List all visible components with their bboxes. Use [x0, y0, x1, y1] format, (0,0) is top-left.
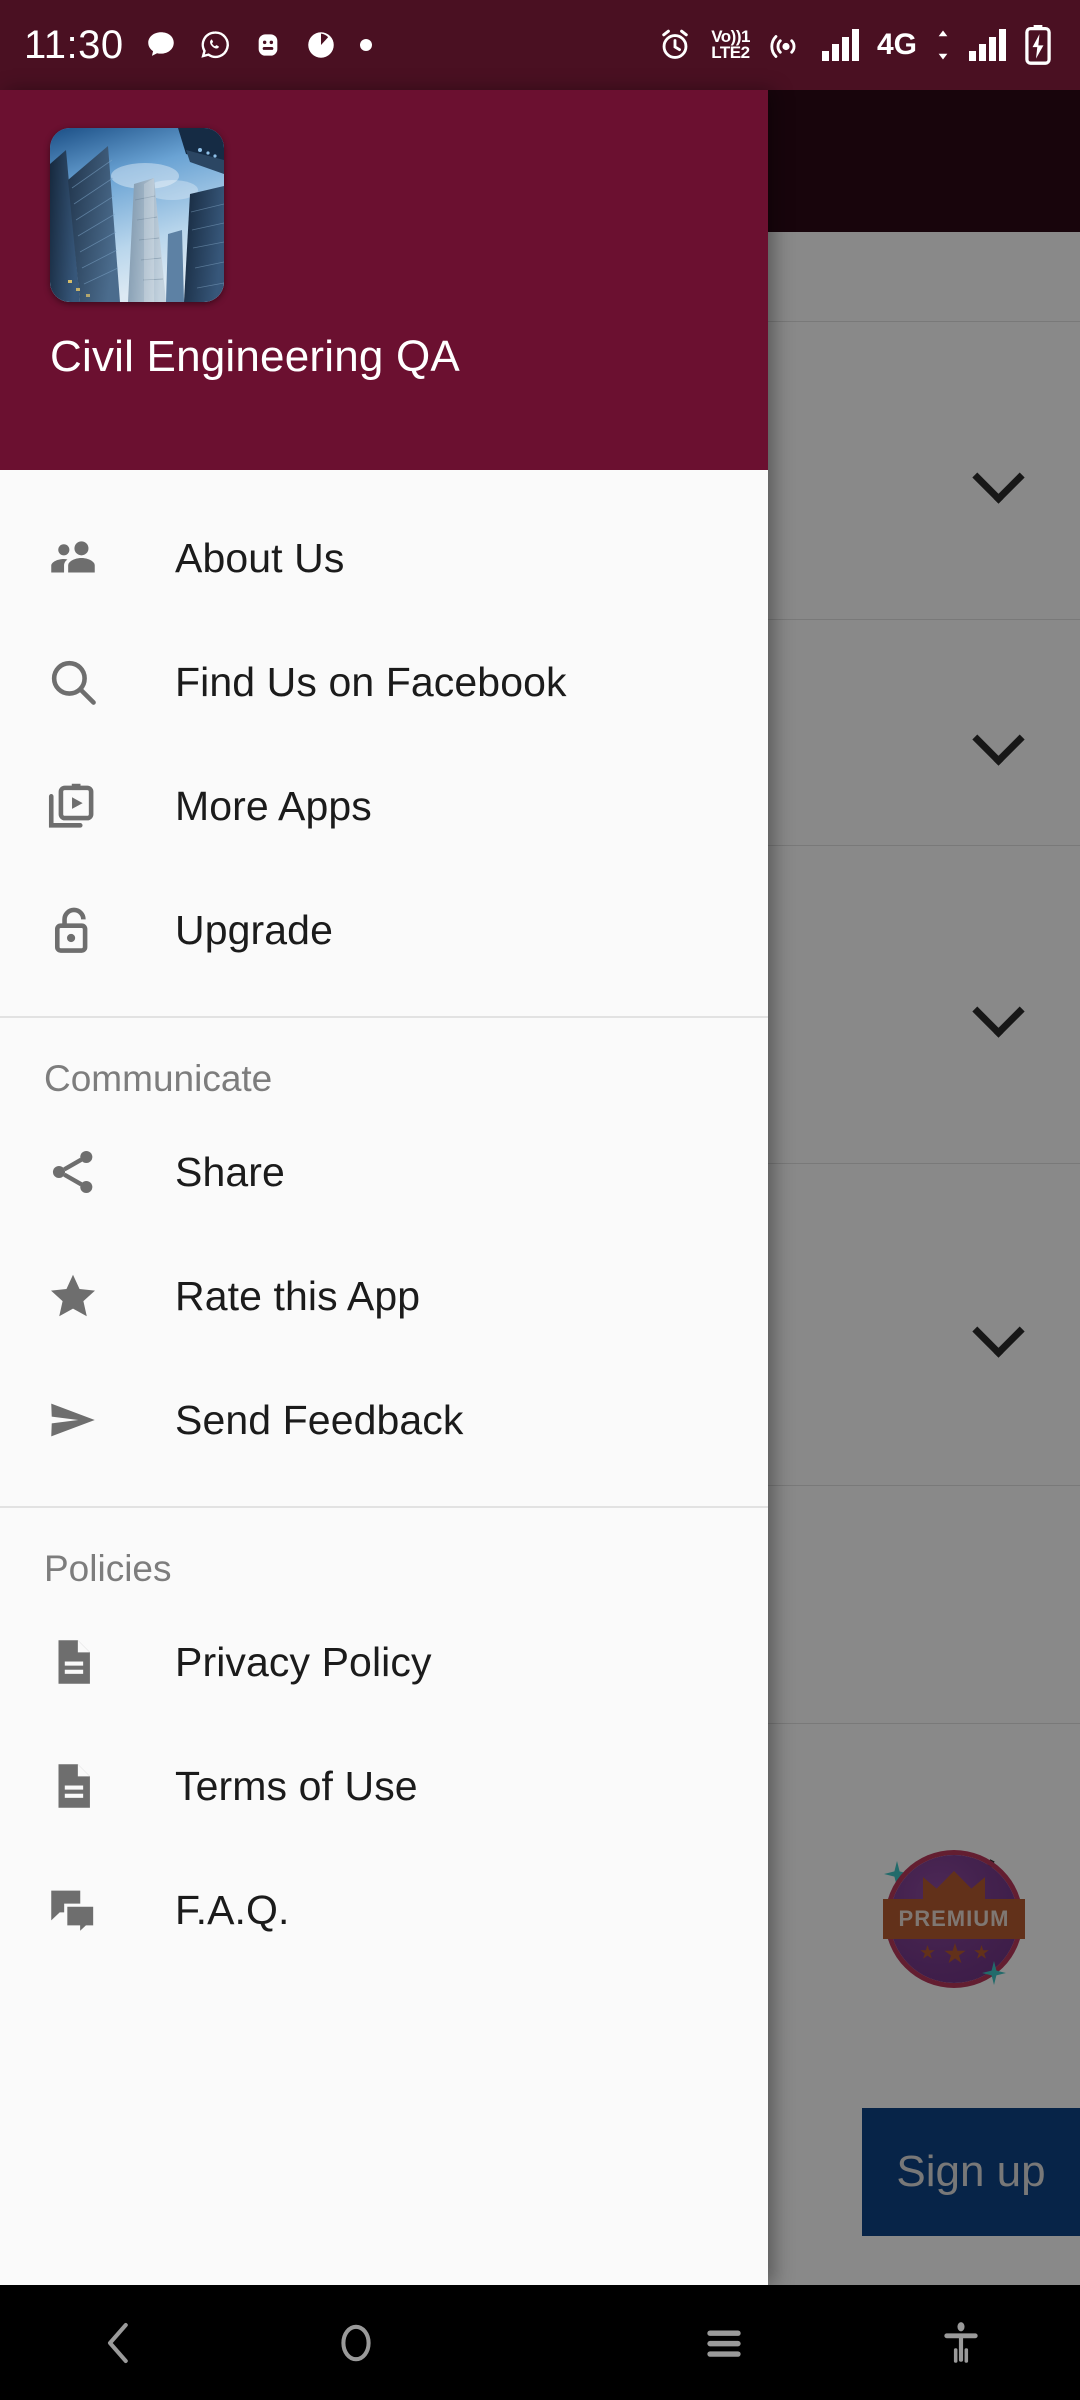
navigation-drawer[interactable]: Civil Engineering QA About Us Find Us on… [0, 90, 768, 2285]
menu-item-terms-of-use[interactable]: Terms of Use [0, 1724, 768, 1848]
skyscrapers-photo-icon [50, 128, 224, 302]
status-bar-right: Vo))1 LTE2 4G [657, 25, 1056, 65]
send-icon [44, 1391, 122, 1449]
app-title: Civil Engineering QA [50, 332, 460, 381]
menu-item-label: Find Us on Facebook [175, 658, 567, 705]
menu-section-policies: Policies Privacy Policy Terms of Use F.A… [0, 1508, 768, 1996]
alarm-icon [657, 27, 693, 63]
menu-item-rate-this-app[interactable]: Rate this App [0, 1234, 768, 1358]
menu-item-faq[interactable]: F.A.Q. [0, 1848, 768, 1972]
menu-item-label: Send Feedback [175, 1396, 464, 1443]
menu-section-communicate: Communicate Share Rate this App Send Fee… [0, 1018, 768, 1506]
menu-item-more-apps[interactable]: More Apps [0, 744, 768, 868]
chevron-left-icon [92, 2316, 146, 2370]
menu-item-find-us-on-facebook[interactable]: Find Us on Facebook [0, 620, 768, 744]
menu-item-label: Upgrade [175, 906, 333, 953]
system-navigation-bar [0, 2285, 1080, 2400]
menu-item-label: Privacy Policy [175, 1638, 432, 1685]
battery-charging-icon [1024, 25, 1052, 65]
accessibility-icon [936, 2318, 986, 2368]
back-button[interactable] [0, 2285, 237, 2400]
question-answer-icon [44, 1881, 122, 1939]
status-bar: 11:30 Vo))1 LTE2 4G [0, 0, 1080, 90]
drawer-header: Civil Engineering QA [0, 90, 768, 470]
clock-time: 11:30 [24, 22, 124, 67]
share-icon [44, 1143, 122, 1201]
circle-icon [329, 2316, 383, 2370]
people-icon [44, 529, 122, 587]
recents-button[interactable] [605, 2285, 842, 2400]
menu-section-main: About Us Find Us on Facebook More Apps U… [0, 470, 768, 1016]
star-icon [44, 1267, 122, 1325]
hamburger-icon [699, 2318, 749, 2368]
whatsapp-icon [198, 28, 232, 62]
menu-item-label: More Apps [175, 782, 372, 829]
message-icon [144, 28, 178, 62]
menu-item-label: Rate this App [175, 1272, 421, 1319]
speedometer-icon [304, 28, 338, 62]
document-icon [44, 1757, 122, 1815]
hotspot-icon [768, 27, 804, 63]
menu-item-label: About Us [175, 534, 345, 581]
document-icon [44, 1633, 122, 1691]
section-header-communicate: Communicate [44, 1058, 273, 1099]
menu-item-upgrade[interactable]: Upgrade [0, 868, 768, 992]
apps-store-icon [44, 777, 122, 835]
volte-bottom-label: LTE2 [711, 43, 750, 62]
menu-item-privacy-policy[interactable]: Privacy Policy [0, 1600, 768, 1724]
menu-item-send-feedback[interactable]: Send Feedback [0, 1358, 768, 1482]
unlock-icon [44, 901, 122, 959]
menu-item-about-us[interactable]: About Us [0, 496, 768, 620]
network-4g-label: 4G [876, 28, 917, 61]
section-header-policies: Policies [44, 1548, 172, 1589]
dot-icon [358, 37, 374, 53]
status-bar-left: 11:30 [24, 23, 374, 68]
volte-icon: Vo))1 LTE2 [711, 28, 750, 62]
search-icon [44, 653, 122, 711]
snapchat-icon [252, 28, 284, 62]
signal-updown-icon [935, 29, 951, 61]
menu-item-label: Terms of Use [175, 1762, 418, 1809]
signal-bars-icon [821, 29, 859, 61]
accessibility-button[interactable] [843, 2285, 1080, 2400]
signal-bars-2-icon [969, 29, 1006, 61]
home-button[interactable] [237, 2285, 474, 2400]
menu-item-label: Share [175, 1148, 285, 1195]
menu-item-label: F.A.Q. [175, 1886, 290, 1933]
menu-item-share[interactable]: Share [0, 1110, 768, 1234]
